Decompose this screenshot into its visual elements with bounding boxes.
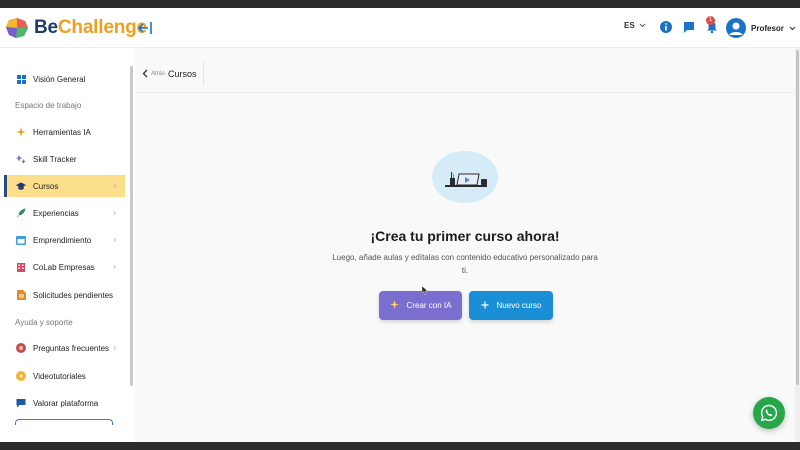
chevron-right-icon: › (113, 262, 116, 271)
language-selector[interactable]: ES (624, 21, 646, 30)
new-course-label: Nuevo curso (496, 301, 542, 310)
sidebar-item-label: Herramientas IA (33, 127, 91, 137)
language-label: ES (624, 21, 635, 30)
scrollbar-thumb[interactable] (796, 50, 799, 385)
plus-icon (481, 301, 489, 311)
back-link[interactable]: Atrás (151, 71, 165, 77)
top-bar: BeChallenge ES 1 Profesor (0, 8, 800, 48)
sidebar-scrollbar[interactable] (130, 66, 133, 386)
section-label-workspace: Espacio de trabajo (15, 101, 82, 110)
sidebar-item-label: Cursos (33, 181, 59, 191)
sidebar-item-label: Emprendimiento (33, 235, 92, 245)
window-icon (16, 235, 26, 245)
brand-logo-mark-icon (6, 18, 28, 38)
rocket-icon (16, 208, 26, 218)
sidebar-item-skill-tracker[interactable]: Skill Tracker (4, 148, 125, 170)
sidebar-item-experiencias[interactable]: Experiencias › (4, 202, 125, 224)
sidebar-item-colab-empresas[interactable]: CoLab Empresas › (4, 256, 125, 278)
create-with-ai-label: Crear con IA (406, 301, 452, 310)
sidebar-item-herramientas-ia[interactable]: Herramientas IA (4, 121, 125, 143)
sidebar-item-videotutoriales[interactable]: Videotutoriales (4, 365, 125, 387)
chevron-down-icon (639, 23, 646, 28)
sidebar-item-label: Skill Tracker (33, 154, 77, 164)
chevron-down-icon (789, 26, 796, 30)
whatsapp-button[interactable] (753, 397, 785, 429)
notification-badge: 1 (706, 16, 715, 25)
sidebar-item-valorar-plataforma[interactable]: Valorar plataforma (4, 392, 125, 414)
chevron-right-icon: › (113, 181, 116, 190)
stars-icon (16, 154, 26, 164)
graduation-cap-icon (16, 181, 26, 191)
new-course-button[interactable]: Nuevo curso (469, 291, 553, 320)
back-chevron-icon[interactable] (142, 65, 148, 83)
sidebar-item-label: Videotutoriales (33, 371, 86, 381)
sidebar-item-label: CoLab Empresas (33, 262, 95, 272)
section-label-help: Ayuda y soporte (15, 318, 73, 327)
main-content: Atrás Cursos ¡Crea tu primer curso ahora… (135, 48, 795, 442)
page-title: Cursos (168, 69, 197, 79)
breadcrumb: Atrás Cursos (142, 62, 204, 86)
sidebar-item-label: Valorar plataforma (33, 398, 99, 408)
course-illustration (432, 151, 498, 203)
sparkle-icon (389, 300, 399, 311)
sidebar: Visión General Espacio de trabajo Herram… (0, 48, 135, 442)
empty-state-title: ¡Crea tu primer curso ahora! (370, 228, 560, 244)
sidebar-item-vision-general[interactable]: Visión General (4, 68, 125, 90)
sidebar-item-label: Visión General (33, 74, 86, 84)
avatar (726, 18, 746, 38)
document-icon (16, 290, 26, 300)
sidebar-item-cursos[interactable]: Cursos › (4, 175, 125, 197)
chevron-right-icon: › (113, 208, 116, 217)
sidebar-item-emprendimiento[interactable]: Emprendimiento › (4, 229, 125, 251)
sidebar-bottom-card[interactable] (15, 419, 113, 425)
grid-icon (16, 74, 26, 84)
brand-name-part1: Be (34, 17, 58, 38)
chevron-right-icon: › (113, 343, 116, 352)
empty-state-subtitle: Luego, añade aulas y edítalas con conten… (332, 253, 598, 275)
app-window: BeChallenge ES 1 Profesor Visión General… (0, 8, 800, 442)
info-icon[interactable] (659, 20, 673, 34)
chat-bubble-icon (16, 398, 26, 408)
building-icon (16, 262, 26, 272)
page-scrollbar[interactable] (795, 48, 800, 442)
create-with-ai-button[interactable]: Crear con IA (379, 291, 462, 320)
laptop-desk-icon (445, 172, 487, 187)
sidebar-item-label: Experiencias (33, 208, 79, 218)
sidebar-item-label: Solicitudes pendientes (33, 290, 114, 300)
collapse-sidebar-icon[interactable] (137, 20, 153, 36)
whatsapp-icon (760, 404, 778, 422)
play-circle-icon (16, 371, 26, 381)
sidebar-item-solicitudes-pendientes[interactable]: Solicitudes pendientes (4, 284, 125, 306)
sparkle-icon (16, 127, 26, 137)
sidebar-item-preguntas-frecuentes[interactable]: Preguntas frecuentes › (4, 337, 125, 359)
brand-name-part2: Challenge (57, 17, 147, 38)
header-divider (135, 92, 795, 93)
question-icon (16, 343, 26, 353)
user-menu[interactable]: Profesor (726, 18, 796, 38)
sidebar-item-label: Preguntas frecuentes (33, 343, 110, 353)
mouse-cursor-icon (422, 286, 428, 295)
chat-icon[interactable] (682, 20, 696, 34)
chevron-right-icon: › (113, 235, 116, 244)
brand-logo[interactable]: BeChallenge (5, 17, 147, 39)
user-name: Profesor (751, 23, 784, 33)
